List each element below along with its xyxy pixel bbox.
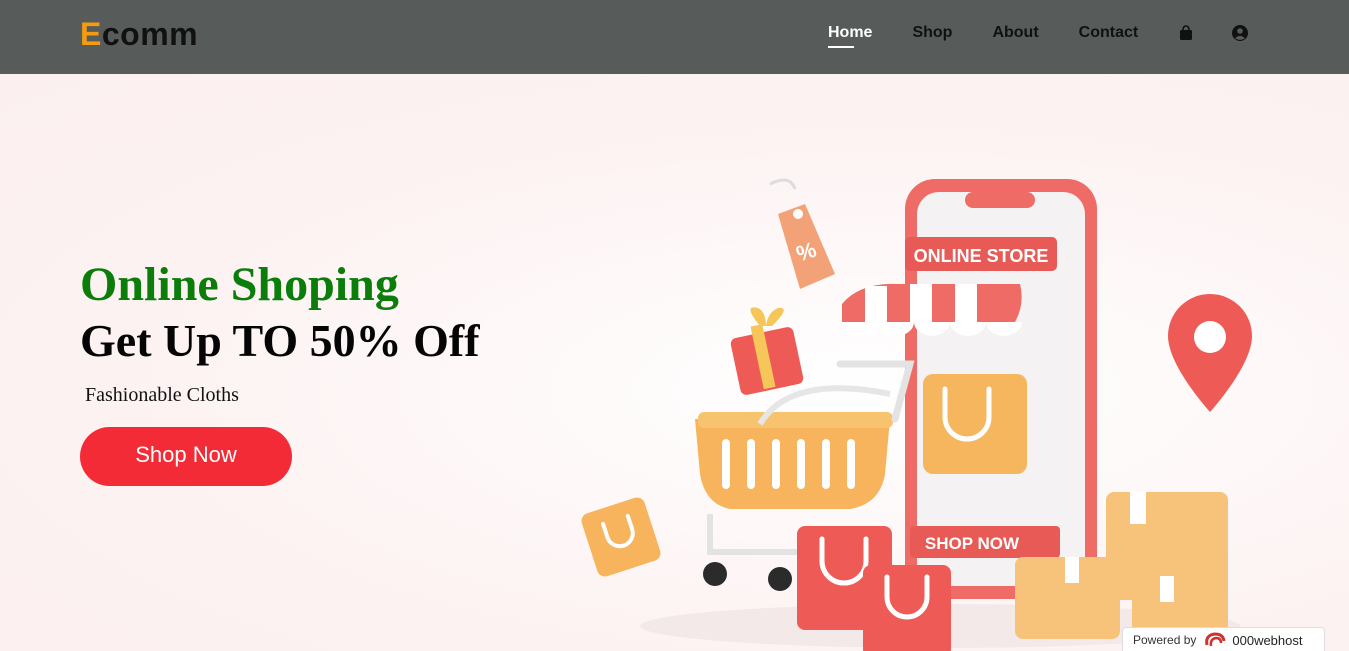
discount-tag-graphic: % <box>769 178 835 289</box>
powered-by-label: Powered by <box>1133 633 1197 647</box>
hosting-badge[interactable]: Powered by 000webhost <box>1122 627 1325 651</box>
gift-box-graphic <box>730 307 804 395</box>
nav-link-contact[interactable]: Contact <box>1079 24 1139 48</box>
brand-logo-rest: comm <box>101 16 199 52</box>
nav-menu: Home Shop About Contact <box>828 24 1286 48</box>
hero-section: Online Shoping Get Up TO 50% Off Fashion… <box>0 74 1349 651</box>
online-store-sign: ONLINE STORE <box>914 246 1049 266</box>
nav-link-about[interactable]: About <box>992 24 1038 48</box>
hero-headline-primary: Online Shoping <box>80 258 399 311</box>
nav-link-shop[interactable]: Shop <box>912 24 952 48</box>
user-circle-icon[interactable] <box>1232 25 1249 41</box>
location-pin-graphic <box>1168 294 1252 412</box>
hero-subtitle: Fashionable Cloths <box>85 384 239 406</box>
shop-now-button[interactable]: Shop Now <box>80 427 292 486</box>
phone-shop-now-label: SHOP NOW <box>925 534 1020 553</box>
shopping-bag-icon[interactable] <box>1178 25 1194 41</box>
webhost-logo-icon <box>1205 632 1226 647</box>
nav-link-home[interactable]: Home <box>828 24 872 48</box>
brand-logo-initial: E <box>80 16 102 52</box>
hero-text: Online Shoping Get Up TO 50% Off Fashion… <box>80 256 480 486</box>
navbar: Ecomm Home Shop About Contact <box>0 0 1349 74</box>
webhost-brand-label: 000webhost <box>1232 632 1303 648</box>
small-bag-graphic <box>581 497 661 577</box>
shopping-illustration: ONLINE STORE SHOP NOW % <box>581 178 1252 651</box>
hero-headline-offer: Get Up TO 50% Off <box>80 315 480 366</box>
brand-logo[interactable]: Ecomm <box>80 16 198 53</box>
